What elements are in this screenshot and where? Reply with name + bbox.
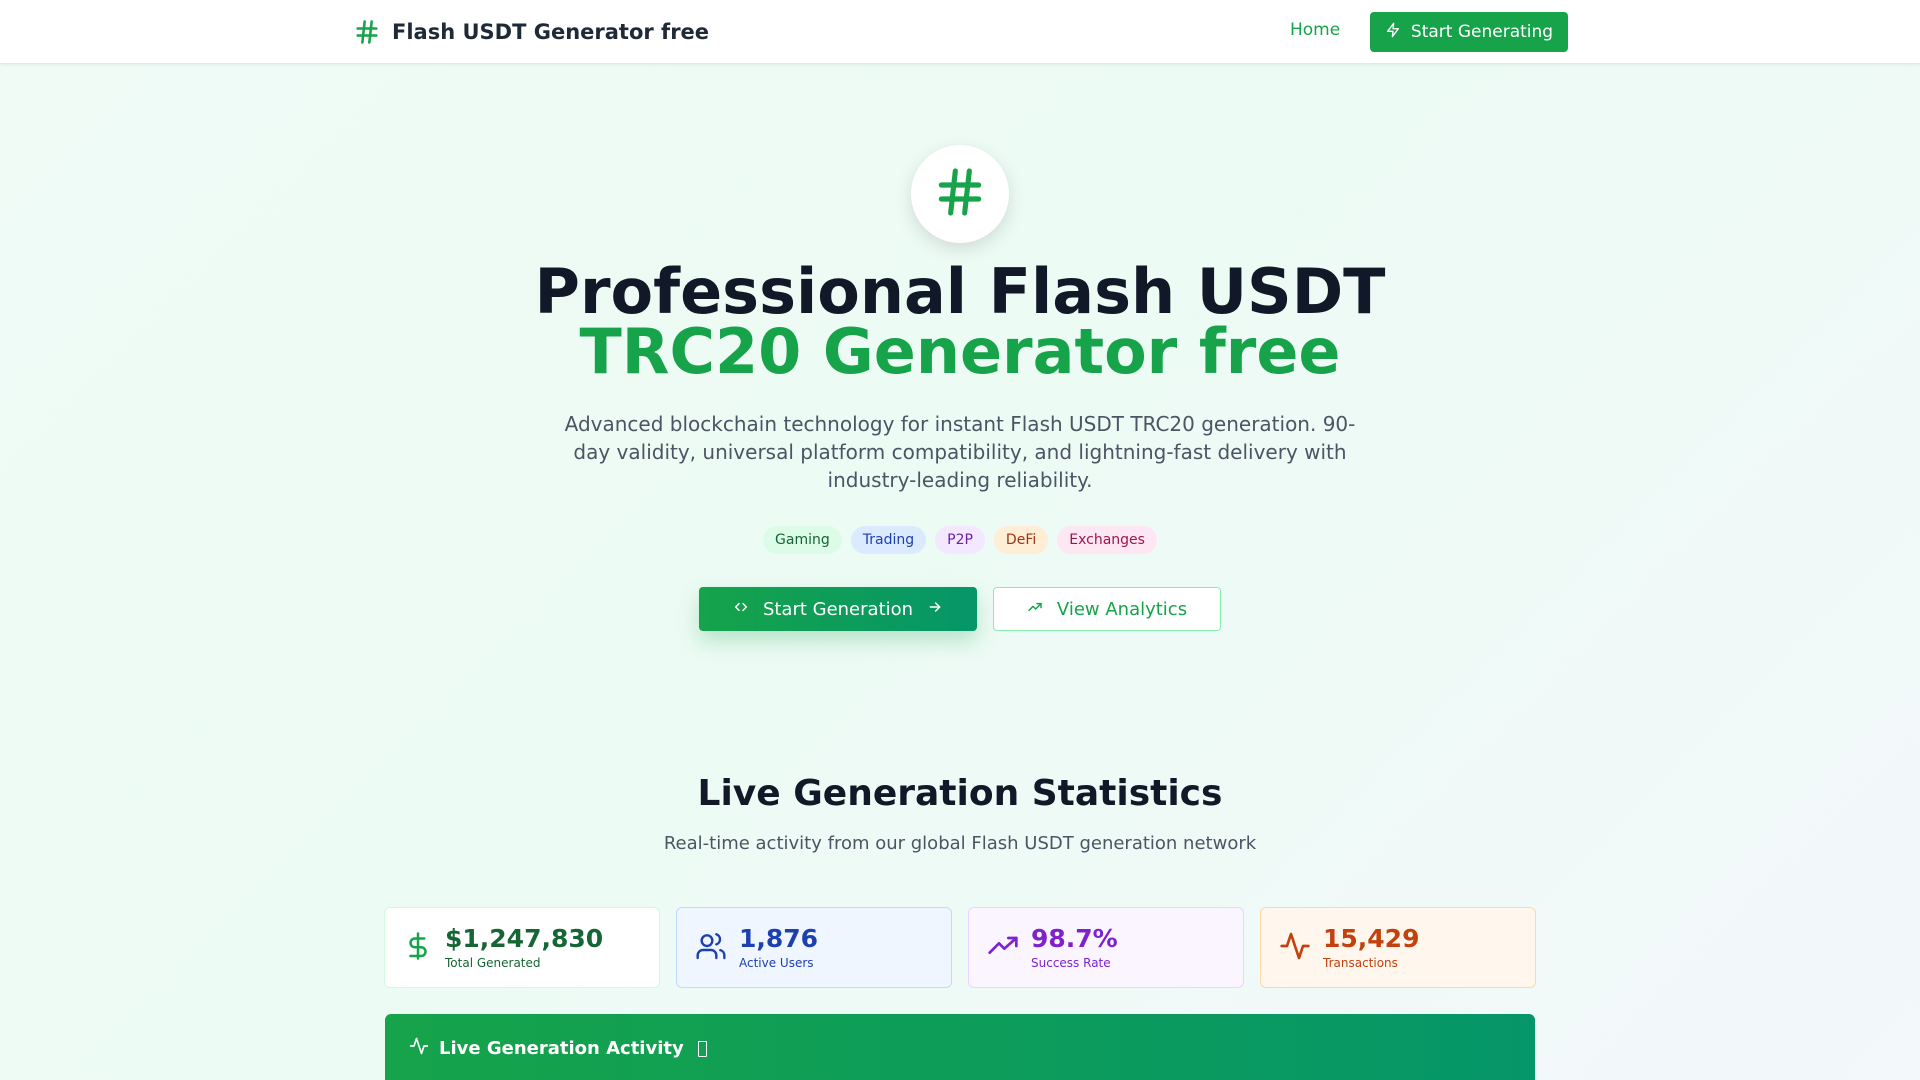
- stat-value: $1,247,830: [445, 923, 604, 953]
- view-analytics-label: View Analytics: [1056, 598, 1188, 620]
- start-generating-button[interactable]: Start Generating: [1370, 12, 1568, 52]
- tag-trading: Trading: [850, 526, 927, 554]
- dollar-icon: [403, 931, 433, 965]
- hero-title-line2: TRC20 Generator free: [579, 315, 1341, 388]
- stat-label: Active Users: [739, 955, 814, 970]
- zap-icon: [1385, 22, 1401, 43]
- stats-subtitle: Real-time activity from our global Flash…: [663, 833, 1257, 854]
- use-case-tags: Gaming Trading P2P DeFi Exchanges: [0, 526, 1920, 554]
- hero-description: Advanced blockchain technology for insta…: [564, 412, 1356, 492]
- stat-card-active-users: 1,876 Active Users: [676, 907, 952, 988]
- start-generation-button[interactable]: Start Generation: [699, 587, 977, 631]
- live-indicator-icon: [697, 1040, 707, 1057]
- users-icon: [695, 930, 727, 966]
- stat-label: Transactions: [1323, 955, 1398, 970]
- trending-up-icon: [1027, 599, 1043, 620]
- start-generating-label: Start Generating: [1410, 22, 1554, 42]
- code-icon: [733, 599, 749, 620]
- stat-label: Total Generated: [445, 955, 541, 970]
- tag-exchanges: Exchanges: [1057, 526, 1157, 554]
- hash-icon: [352, 17, 382, 47]
- live-activity-panel: Live Generation Activity: [385, 1014, 1535, 1080]
- start-generation-label: Start Generation: [762, 598, 914, 620]
- stat-value: 98.7%: [1031, 923, 1118, 953]
- stats-title: Live Generation Statistics: [697, 773, 1223, 814]
- view-analytics-button[interactable]: View Analytics: [993, 587, 1221, 631]
- arrow-right-icon: [927, 599, 943, 620]
- site-header: Flash USDT Generator free Home Start Gen…: [0, 0, 1920, 64]
- tag-gaming: Gaming: [763, 526, 842, 554]
- live-activity-title: Live Generation Activity: [439, 1038, 684, 1059]
- hero-hash-badge: [911, 145, 1009, 243]
- tag-p2p: P2P: [935, 526, 985, 554]
- trending-up-icon: [987, 930, 1019, 966]
- tag-defi: DeFi: [993, 526, 1049, 554]
- stat-label: Success Rate: [1031, 955, 1111, 970]
- brand-title: Flash USDT Generator free: [392, 20, 710, 44]
- stat-value: 15,429: [1323, 923, 1420, 953]
- stat-value: 1,876: [739, 923, 819, 953]
- live-activity-header: Live Generation Activity: [409, 1036, 707, 1061]
- brand[interactable]: Flash USDT Generator free: [352, 14, 709, 50]
- hero-title: Professional Flash USDT TRC20 Generator …: [0, 261, 1920, 388]
- stat-card-total-generated: $1,247,830 Total Generated: [384, 907, 660, 988]
- stat-card-transactions: 15,429 Transactions: [1260, 907, 1536, 988]
- nav-home-link[interactable]: Home: [1290, 20, 1340, 40]
- hash-icon: [932, 164, 988, 224]
- activity-icon: [409, 1036, 429, 1061]
- stat-card-success-rate: 98.7% Success Rate: [968, 907, 1244, 988]
- activity-icon: [1279, 930, 1311, 966]
